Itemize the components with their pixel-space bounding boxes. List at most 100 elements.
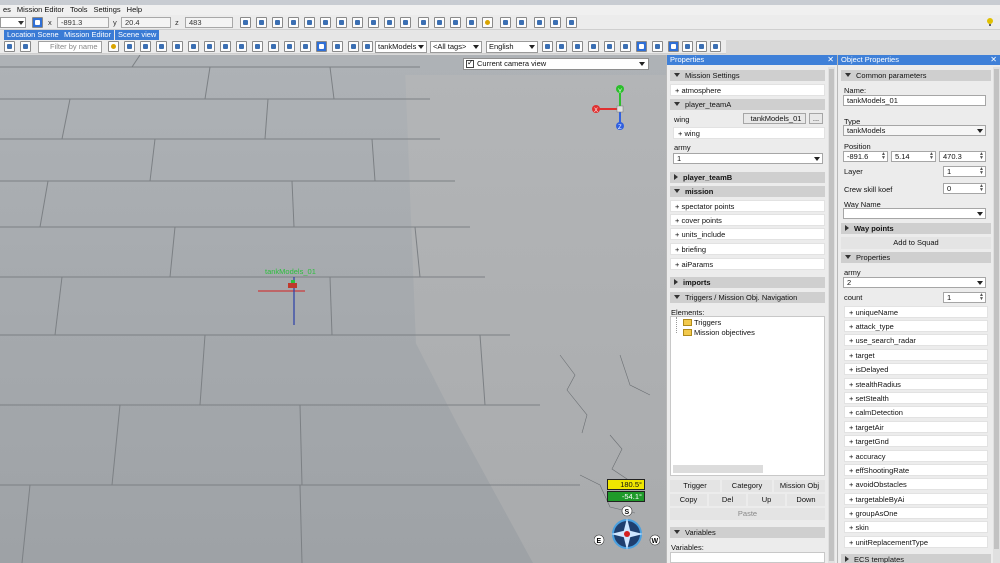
unit-icon[interactable] <box>368 17 379 28</box>
units-include-item[interactable]: + units_include <box>670 228 825 240</box>
artillery-icon[interactable] <box>268 41 279 52</box>
copy-button[interactable]: Copy <box>670 494 707 506</box>
prop-skin[interactable]: + skin <box>844 521 988 533</box>
down-button[interactable]: Down <box>787 494 825 506</box>
wing-browse-button[interactable]: ... <box>809 113 823 124</box>
tree-item-triggers[interactable]: Triggers <box>683 318 721 328</box>
camera-view-select[interactable]: Current camera view <box>463 58 649 70</box>
properties-scrollbar[interactable] <box>828 67 835 563</box>
menu-item-tools[interactable]: Tools <box>67 5 91 15</box>
tab-location-scene[interactable]: Location Scene <box>4 30 62 40</box>
snap-icon[interactable] <box>288 17 299 28</box>
tree-item-mission-objectives[interactable]: Mission objectives <box>683 328 755 338</box>
prop-accuracy[interactable]: + accuracy <box>844 450 988 462</box>
rotate-tool-icon[interactable] <box>256 17 267 28</box>
object-icon[interactable] <box>336 17 347 28</box>
ship-icon[interactable] <box>236 41 247 52</box>
name-field[interactable]: tankModels_01 <box>843 95 986 106</box>
type-select[interactable]: tankModels <box>843 125 986 136</box>
save-icon[interactable] <box>620 41 631 52</box>
zone-icon[interactable] <box>172 41 183 52</box>
cover-points-item[interactable]: + cover points <box>670 214 825 226</box>
reload-icon[interactable] <box>710 41 721 52</box>
sun-icon[interactable] <box>482 17 493 28</box>
prop-target[interactable]: + target <box>844 349 988 361</box>
section-way-points[interactable]: Way points <box>841 223 991 234</box>
close-icon[interactable]: ✕ <box>990 55 997 65</box>
infantry-icon[interactable] <box>252 41 263 52</box>
prop-avoid-obstacles[interactable]: + avoidObstacles <box>844 478 988 490</box>
axis-gizmo[interactable]: Y X Z <box>590 83 650 133</box>
eye-icon[interactable] <box>572 41 583 52</box>
list-icon[interactable] <box>604 41 615 52</box>
image-icon[interactable] <box>466 17 477 28</box>
position-z-field[interactable]: 470.3 ▲ ▼ <box>939 151 986 162</box>
prop-calm-detection[interactable]: + calmDetection <box>844 406 988 418</box>
close-box-icon[interactable] <box>500 17 511 28</box>
filter-input[interactable]: Filter by name <box>38 41 102 53</box>
section-triggers[interactable]: Triggers / Mission Obj. Navigation <box>670 292 825 303</box>
move-icon[interactable] <box>188 41 199 52</box>
checkbox-icon[interactable] <box>418 17 429 28</box>
layers-icon[interactable] <box>434 17 445 28</box>
position-x-field[interactable]: -891.6 ▲ ▼ <box>843 151 888 162</box>
prop-targetable-by-ai[interactable]: + targetableByAi <box>844 493 988 505</box>
aircraft-icon[interactable] <box>204 41 215 52</box>
mode-dropdown[interactable] <box>0 17 26 28</box>
atmosphere-item[interactable]: + atmosphere <box>670 84 825 96</box>
wing-add-item[interactable]: + wing <box>673 127 825 139</box>
layer-field[interactable]: 1 ▲ ▼ <box>943 166 986 177</box>
prop-is-delayed[interactable]: + isDelayed <box>844 363 988 375</box>
paste-button[interactable]: Paste <box>670 508 825 520</box>
tag-icon[interactable] <box>542 41 553 52</box>
count-field[interactable]: 1 ▲ ▼ <box>943 292 986 303</box>
save-as-icon[interactable] <box>636 41 647 52</box>
model-select[interactable]: tankModels <box>375 41 427 53</box>
army-select[interactable]: 2 <box>843 277 986 288</box>
position-y-field[interactable]: 5.14 ▲ ▼ <box>891 151 936 162</box>
up-button[interactable]: Up <box>748 494 785 506</box>
army-select[interactable]: 1 <box>673 153 823 164</box>
close-icon[interactable]: ✕ <box>827 55 834 65</box>
prop-group-as-one[interactable]: + groupAsOne <box>844 507 988 519</box>
way-name-select[interactable] <box>843 208 986 219</box>
road-icon[interactable] <box>400 17 411 28</box>
grid-view-icon[interactable] <box>516 17 527 28</box>
group-icon[interactable] <box>332 41 343 52</box>
section-properties[interactable]: Properties <box>841 252 991 263</box>
scale-tool-icon[interactable] <box>272 17 283 28</box>
settings-icon[interactable] <box>696 41 707 52</box>
area-icon[interactable] <box>156 41 167 52</box>
squad-icon[interactable] <box>316 41 327 52</box>
section-ecs-templates[interactable]: ECS templates <box>841 554 991 563</box>
filter-icon[interactable] <box>4 41 15 52</box>
object-properties-scrollbar[interactable] <box>993 67 1000 563</box>
elements-tree[interactable]: Triggers Mission objectives <box>670 316 825 476</box>
step-icon[interactable] <box>682 41 693 52</box>
structure-icon[interactable] <box>284 41 295 52</box>
cube-icon[interactable] <box>550 17 561 28</box>
section-mission-settings[interactable]: Mission Settings <box>670 70 825 81</box>
section-mission[interactable]: mission <box>670 186 825 197</box>
path-icon[interactable] <box>384 17 395 28</box>
prop-use-search-radar[interactable]: + use_search_radar <box>844 334 988 346</box>
export-icon[interactable] <box>652 41 663 52</box>
camera-checkbox[interactable] <box>466 58 474 68</box>
light-icon[interactable] <box>352 17 363 28</box>
prop-attack-type[interactable]: + attack_type <box>844 320 988 332</box>
book-icon[interactable] <box>108 41 119 52</box>
variables-list[interactable] <box>670 552 825 563</box>
z-coordinate-field[interactable]: 483 <box>185 17 233 28</box>
prop-eff-shooting-rate[interactable]: + effShootingRate <box>844 464 988 476</box>
spectator-points-item[interactable]: + spectator points <box>670 200 825 212</box>
trigger-button[interactable]: Trigger <box>670 480 720 492</box>
menu-item-settings[interactable]: Settings <box>91 5 124 15</box>
prop-unit-replacement-type[interactable]: + unitReplacementType <box>844 536 988 548</box>
crew-skill-field[interactable]: 0 ▲ ▼ <box>943 183 986 194</box>
play-icon[interactable] <box>668 41 679 52</box>
tree-hscroll[interactable] <box>673 465 763 473</box>
language-select[interactable]: English <box>486 41 538 53</box>
prop-target-air[interactable]: + targetAir <box>844 421 988 433</box>
category-button[interactable]: Category <box>722 480 772 492</box>
folder-icon[interactable] <box>450 17 461 28</box>
